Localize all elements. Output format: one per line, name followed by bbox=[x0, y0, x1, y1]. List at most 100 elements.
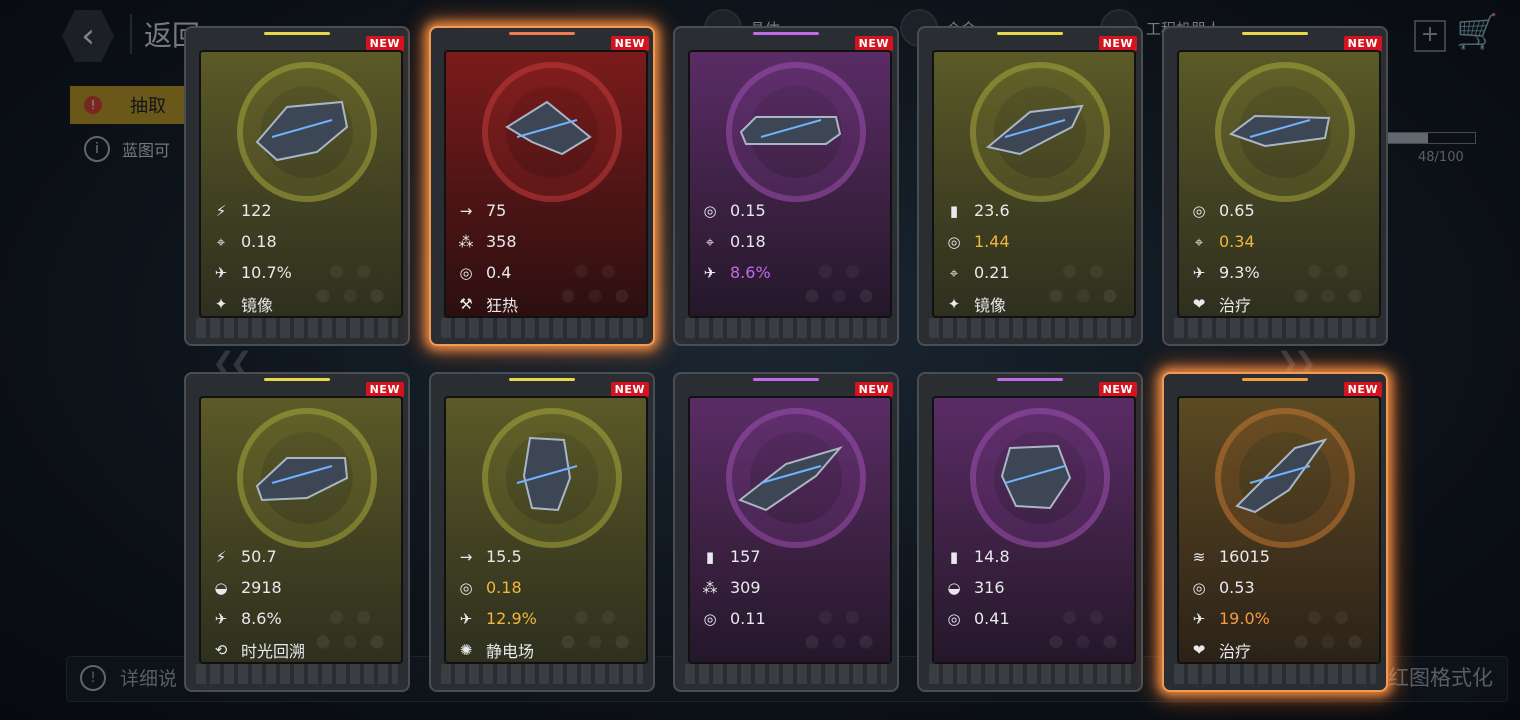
stat-value: 9.3% bbox=[1219, 263, 1260, 282]
stat-value: 0.34 bbox=[1219, 232, 1255, 251]
stat-row: → 75 bbox=[456, 195, 636, 226]
blueprint-card[interactable]: NEW ◎ 0.65 ⌖ 0.34 ✈ 9.3% ❤ 治疗 bbox=[1162, 26, 1388, 346]
spaceship-icon bbox=[739, 116, 842, 145]
card-footer bbox=[685, 318, 887, 338]
stat-row: ◎ 0.11 bbox=[700, 603, 880, 634]
stat-row: ≋ 16015 bbox=[1189, 541, 1369, 572]
rocket-icon: ✈ bbox=[214, 609, 228, 628]
blueprint-card[interactable]: NEW ▮ 23.6 ◎ 1.44 ⌖ 0.21 ✦ 镜像 bbox=[917, 26, 1143, 346]
mirror-skill-icon: ✦ bbox=[947, 294, 961, 313]
stat-list: ◎ 0.65 ⌖ 0.34 ✈ 9.3% ❤ 治疗 bbox=[1189, 195, 1369, 316]
stat-value: 15.5 bbox=[486, 547, 522, 566]
new-badge: NEW bbox=[610, 36, 649, 51]
stat-value: 镜像 bbox=[241, 295, 274, 315]
mirror-skill-icon: ✦ bbox=[214, 294, 228, 313]
heal-skill-icon: ❤ bbox=[1192, 294, 1206, 313]
stat-row: ◎ 0.15 bbox=[700, 195, 880, 226]
stat-row: ◎ 1.44 bbox=[944, 226, 1124, 257]
stat-row: ✈ 9.3% bbox=[1189, 257, 1369, 288]
stat-row: ✈ 10.7% bbox=[211, 257, 391, 288]
stat-value: 122 bbox=[241, 201, 272, 220]
stat-value: 0.53 bbox=[1219, 578, 1255, 597]
gear-icon: ◎ bbox=[1192, 201, 1206, 220]
stat-value: 309 bbox=[730, 578, 761, 597]
spaceship-icon bbox=[1235, 438, 1328, 514]
card-footer bbox=[685, 664, 887, 684]
blueprint-card[interactable]: NEW ▮ 14.8 ◒ 316 ◎ 0.41 bbox=[917, 372, 1143, 692]
stat-list: ◎ 0.15 ⌖ 0.18 ✈ 8.6% bbox=[700, 195, 880, 288]
card-footer bbox=[196, 318, 398, 338]
card-face: ▮ 23.6 ◎ 1.44 ⌖ 0.21 ✦ 镜像 bbox=[932, 50, 1136, 318]
ammo-icon: ▮ bbox=[949, 547, 959, 566]
card-footer bbox=[1174, 318, 1376, 338]
stat-row: ⌖ 0.34 bbox=[1189, 226, 1369, 257]
stat-row: ✦ 镜像 bbox=[211, 288, 391, 316]
spaceship-icon bbox=[737, 446, 843, 512]
stat-row: → 15.5 bbox=[456, 541, 636, 572]
time-rewind-skill-icon: ⟲ bbox=[214, 640, 228, 659]
stat-value: 19.0% bbox=[1219, 609, 1270, 628]
stat-row: ❤ 治疗 bbox=[1189, 634, 1369, 662]
card-footer bbox=[929, 664, 1131, 684]
rocket-icon: ✈ bbox=[214, 263, 228, 282]
shield-icon: ◒ bbox=[214, 578, 228, 597]
rarity-bar bbox=[509, 378, 575, 381]
blueprint-card[interactable]: NEW ≋ 16015 ◎ 0.53 ✈ 19.0% ❤ 治疗 bbox=[1162, 372, 1388, 692]
stat-value: 50.7 bbox=[241, 547, 277, 566]
stat-list: → 75 ⁂ 358 ◎ 0.4 ⚒ 狂热 bbox=[456, 195, 636, 316]
stat-row: ◎ 0.53 bbox=[1189, 572, 1369, 603]
card-footer bbox=[1174, 664, 1376, 684]
rocket-icon: ✈ bbox=[1192, 263, 1206, 282]
rarity-bar bbox=[1242, 378, 1308, 381]
card-face: ▮ 14.8 ◒ 316 ◎ 0.41 bbox=[932, 396, 1136, 664]
card-face: ◎ 0.15 ⌖ 0.18 ✈ 8.6% bbox=[688, 50, 892, 318]
blueprint-card[interactable]: NEW ◎ 0.15 ⌖ 0.18 ✈ 8.6% bbox=[673, 26, 899, 346]
stat-value: 镜像 bbox=[974, 295, 1007, 315]
stat-list: ▮ 14.8 ◒ 316 ◎ 0.41 bbox=[944, 541, 1124, 634]
stat-value: 0.41 bbox=[974, 609, 1010, 628]
stat-row: ◒ 2918 bbox=[211, 572, 391, 603]
stat-row: ✈ 8.6% bbox=[700, 257, 880, 288]
blueprint-card[interactable]: NEW → 15.5 ◎ 0.18 ✈ 12.9% ✺ 静电场 bbox=[429, 372, 655, 692]
stat-row: ✈ 8.6% bbox=[211, 603, 391, 634]
blueprint-card[interactable]: NEW ▮ 157 ⁂ 309 ◎ 0.11 bbox=[673, 372, 899, 692]
blueprint-card[interactable]: NEW ⚡ 50.7 ◒ 2918 ✈ 8.6% ⟲ 时光回溯 bbox=[184, 372, 410, 692]
ammo-icon: ▮ bbox=[705, 547, 715, 566]
rocket-icon: ✈ bbox=[703, 263, 717, 282]
card-face: → 75 ⁂ 358 ◎ 0.4 ⚒ 狂热 bbox=[444, 50, 648, 318]
rarity-bar bbox=[264, 378, 330, 381]
blueprint-card[interactable]: NEW ⚡ 122 ⌖ 0.18 ✈ 10.7% ✦ 镜像 bbox=[184, 26, 410, 346]
crosshair-icon: ⌖ bbox=[949, 263, 959, 282]
stat-value: 23.6 bbox=[974, 201, 1010, 220]
blueprint-card[interactable]: NEW → 75 ⁂ 358 ◎ 0.4 ⚒ 狂热 bbox=[429, 26, 655, 346]
frenzy-skill-icon: ⚒ bbox=[459, 294, 473, 313]
gear-icon: ◎ bbox=[703, 609, 717, 628]
stat-value: 1.44 bbox=[974, 232, 1010, 251]
stat-value: 8.6% bbox=[241, 609, 282, 628]
stat-row: ⚒ 狂热 bbox=[456, 288, 636, 316]
stat-value: 0.18 bbox=[730, 232, 766, 251]
rocket-icon: ✈ bbox=[459, 609, 473, 628]
stat-row: ⌖ 0.18 bbox=[211, 226, 391, 257]
gear-icon: ◎ bbox=[459, 263, 473, 282]
stat-row: ◒ 316 bbox=[944, 572, 1124, 603]
stat-row: ✈ 19.0% bbox=[1189, 603, 1369, 634]
new-badge: NEW bbox=[854, 382, 893, 397]
new-badge: NEW bbox=[1098, 36, 1137, 51]
reward-cards: NEW ⚡ 122 ⌖ 0.18 ✈ 10.7% ✦ 镜像 NEW → 75 ⁂ 358 ◎ 0.4 ⚒ 狂热 NE… bbox=[0, 0, 1520, 720]
spaceship-icon bbox=[1228, 114, 1331, 148]
gear-icon: ◎ bbox=[947, 232, 961, 251]
stat-list: ▮ 157 ⁂ 309 ◎ 0.11 bbox=[700, 541, 880, 634]
stat-value: 10.7% bbox=[241, 263, 292, 282]
stat-value: 75 bbox=[486, 201, 507, 220]
stat-value: 0.18 bbox=[486, 578, 522, 597]
new-badge: NEW bbox=[365, 382, 404, 397]
card-face: ≋ 16015 ◎ 0.53 ✈ 19.0% ❤ 治疗 bbox=[1177, 396, 1381, 664]
stat-row: ✦ 镜像 bbox=[944, 288, 1124, 316]
stat-list: ⚡ 50.7 ◒ 2918 ✈ 8.6% ⟲ 时光回溯 bbox=[211, 541, 391, 662]
stat-value: 2918 bbox=[241, 578, 282, 597]
stat-value: 358 bbox=[486, 232, 517, 251]
rarity-bar bbox=[753, 378, 819, 381]
stat-row: ⁂ 358 bbox=[456, 226, 636, 257]
stat-list: ≋ 16015 ◎ 0.53 ✈ 19.0% ❤ 治疗 bbox=[1189, 541, 1369, 662]
